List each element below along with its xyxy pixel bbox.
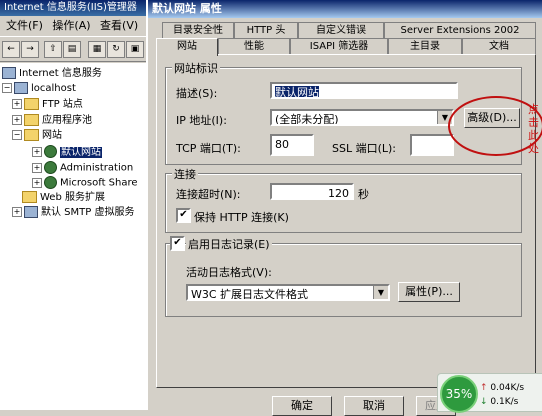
tree-node-iis-root[interactable]: Internet 信息服务 [2,67,102,81]
network-speed-widget[interactable]: 35% ↑ 0.04K/s ↓ 0.1K/s [437,373,542,413]
folder-icon [24,98,39,110]
tree-node-app-pools[interactable]: + 应用程序池 [12,114,92,128]
iis-manager-window: Internet 信息服务(IIS)管理器 文件(F) 操作(A) 查看(V) … [0,0,147,410]
usage-percent: 35% [440,375,478,413]
properties-icon[interactable]: ▦ [88,41,106,58]
iis-menu-bar: 文件(F) 操作(A) 查看(V) [0,17,146,35]
ok-button[interactable]: 确定 [272,396,332,416]
folder-icon [24,114,39,126]
properties-dialog: 默认网站 属性 目录安全性 HTTP 头 自定义错误 Server Extens… [146,0,542,416]
tcp-port-label: TCP 端口(T): [176,142,241,155]
back-icon[interactable]: ← [2,41,20,58]
connection-timeout-input[interactable]: 120 [270,183,354,200]
website-icon [44,161,57,174]
chevron-down-icon: ▼ [373,286,388,299]
refresh-icon[interactable]: ↻ [107,41,125,58]
up-folder-icon[interactable]: ⇧ [44,41,62,58]
group-title: 连接 [172,166,198,182]
ssl-port-label: SSL 端口(L): [332,142,397,155]
expand-icon[interactable]: + [32,146,42,157]
server-icon [2,67,16,79]
tree-node-websites[interactable]: − 网站 [12,129,62,143]
tree-node-ftp[interactable]: + FTP 站点 [12,98,83,112]
ssl-port-input[interactable] [410,134,454,156]
forward-icon[interactable]: → [21,41,39,58]
tab-directory-security[interactable]: 目录安全性 [162,22,234,39]
logging-group: ✔ 启用日志记录(E) 活动日志格式(V): W3C 扩展日志文件格式 ▼ 属性(… [165,236,522,317]
dialog-title-bar: 默认网站 属性 [148,0,542,18]
ip-address-label: IP 地址(I): [176,114,227,127]
folder-icon [22,191,37,203]
annotation-text: 点击 此处 [528,103,539,155]
tree-node-smtp[interactable]: + 默认 SMTP 虚拟服务 [12,206,134,220]
iis-toolbar: ← → ⇧ ▤ ▦ ↻ ▣ [0,36,146,62]
download-arrow-icon: ↓ [480,397,491,407]
tree-node-default-site[interactable]: + 默认网站 [32,145,102,159]
dialog-title: 默认网站 属性 [152,2,222,15]
website-icon [44,145,57,158]
menu-view[interactable]: 查看(V) [100,19,138,32]
upload-arrow-icon: ↑ [480,383,491,393]
tab-server-extensions[interactable]: Server Extensions 2002 [384,22,536,39]
connections-group: 连接 连接超时(N): 120 秒 ✔ 保持 HTTP 连接(K) [165,166,522,233]
tree-node-sharepoint[interactable]: + Microsoft Share [32,176,138,190]
expand-icon[interactable]: + [12,115,22,125]
tab-http-headers[interactable]: HTTP 头 [234,22,298,39]
mail-server-icon [24,206,38,218]
export-icon[interactable]: ▣ [126,41,144,58]
tree-node-localhost[interactable]: − localhost [2,82,76,96]
tab-home-directory[interactable]: 主目录 [388,38,462,55]
upload-rate: ↑ 0.04K/s [480,383,525,393]
download-rate: ↓ 0.1K/s [480,397,519,407]
enable-logging-label: 启用日志记录(E) [186,236,272,252]
menu-action[interactable]: 操作(A) [52,19,90,32]
group-title: 网站标识 [172,60,220,76]
tab-isapi-filters[interactable]: ISAPI 筛选器 [290,38,388,55]
log-format-label: 活动日志格式(V): [186,266,272,279]
description-input[interactable]: 默认网站 [270,82,458,99]
log-format-select[interactable]: W3C 扩展日志文件格式 ▼ [186,284,390,301]
website-icon [44,176,57,189]
tree-node-web-extensions[interactable]: Web 服务扩展 [22,191,105,205]
expand-icon[interactable]: + [32,162,42,173]
expand-icon[interactable]: + [12,99,22,109]
iis-title: Internet 信息服务(IIS)管理器 [4,2,137,13]
keep-alive-checkbox[interactable]: ✔ [176,208,191,223]
collapse-icon[interactable]: − [2,83,12,93]
description-label: 描述(S): [176,87,218,100]
iis-title-bar: Internet 信息服务(IIS)管理器 [0,0,146,16]
keep-alive-label: 保持 HTTP 连接(K) [194,211,289,224]
tab-custom-errors[interactable]: 自定义错误 [298,22,384,39]
enable-logging-checkbox[interactable]: ✔ [170,236,185,251]
seconds-unit-label: 秒 [358,188,369,201]
folder-icon [24,129,39,141]
tab-website[interactable]: 网站 [156,38,218,56]
tcp-port-input[interactable]: 80 [270,134,314,156]
collapse-icon[interactable]: − [12,130,22,140]
tree-view: Internet 信息服务 − localhost + FTP 站点 + 应用程序池 … [0,63,147,410]
expand-icon[interactable]: + [12,207,22,217]
show-tree-icon[interactable]: ▤ [63,41,81,58]
tab-documents[interactable]: 文档 [462,38,536,55]
log-properties-button[interactable]: 属性(P)... [398,282,460,302]
tab-performance[interactable]: 性能 [218,38,290,55]
connection-timeout-label: 连接超时(N): [176,188,241,201]
tree-node-administration[interactable]: + Administration [32,161,133,175]
computer-icon [14,82,28,94]
menu-file[interactable]: 文件(F) [6,19,43,32]
cancel-button[interactable]: 取消 [344,396,404,416]
expand-icon[interactable]: + [32,177,42,188]
ip-address-select[interactable]: (全部未分配) ▼ [270,109,454,126]
